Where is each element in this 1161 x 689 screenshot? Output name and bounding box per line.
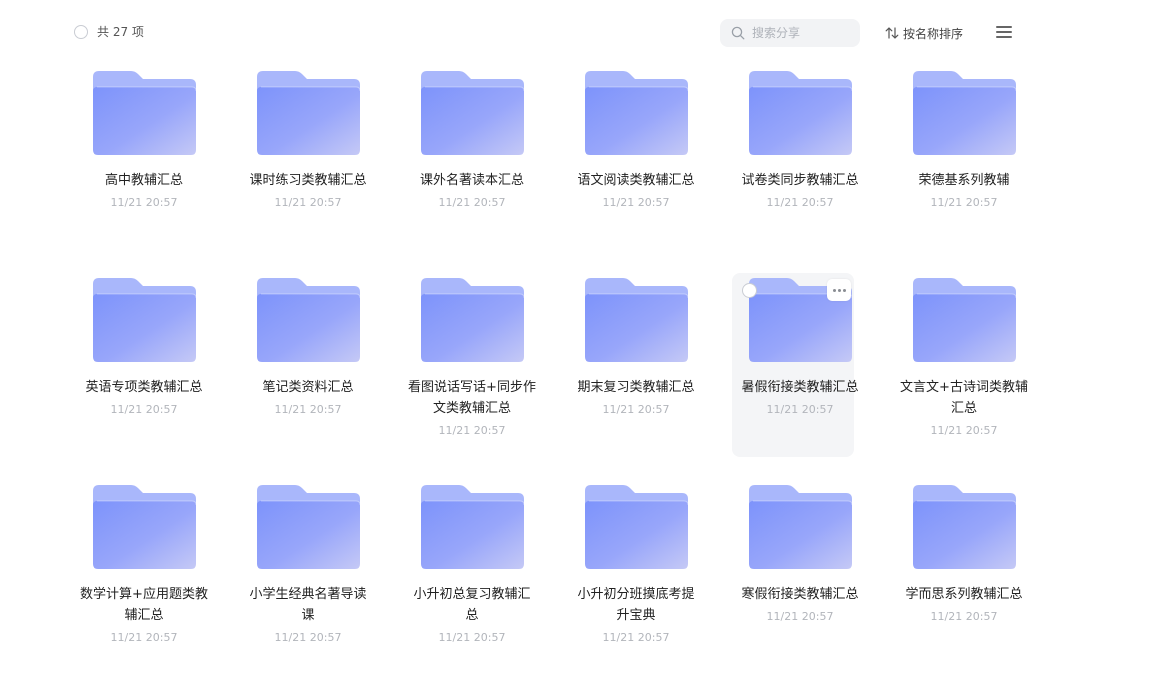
- sort-label: 按名称排序: [903, 26, 964, 41]
- folder-icon: [257, 485, 360, 569]
- folder-icon: [257, 278, 360, 362]
- folder-icon: [421, 278, 524, 362]
- more-dots-icon[interactable]: [827, 279, 851, 301]
- folder-card[interactable]: 课外名著读本汇总 11/21 20:57: [390, 68, 554, 275]
- folder-icon: [93, 278, 196, 362]
- folder-name: 英语专项类教辅汇总: [85, 380, 203, 395]
- folder-name: 笔记类资料汇总: [262, 380, 354, 395]
- folder-name: 文言文+古诗词类教辅汇总: [900, 380, 1028, 416]
- folder-card[interactable]: 笔记类资料汇总 11/21 20:57: [226, 275, 390, 482]
- folder-card[interactable]: 文言文+古诗词类教辅汇总 11/21 20:57: [882, 275, 1046, 482]
- folder-icon: [585, 71, 688, 155]
- folder-icon: [749, 485, 852, 569]
- search-icon: [731, 26, 745, 40]
- folder-card[interactable]: 小升初分班摸底考提升宝典 11/21 20:57: [554, 482, 718, 689]
- folder-time: 11/21 20:57: [602, 403, 670, 416]
- search-input[interactable]: [752, 23, 852, 43]
- folder-time: 11/21 20:57: [602, 631, 670, 644]
- item-count: 共 27 项: [97, 25, 144, 39]
- folder-time: 11/21 20:57: [930, 610, 998, 623]
- folder-name: 看图说话写话+同步作文类教辅汇总: [408, 380, 536, 416]
- list-view-icon[interactable]: [996, 26, 1012, 40]
- folder-time: 11/21 20:57: [438, 424, 506, 437]
- folder-time: 11/21 20:57: [274, 403, 342, 416]
- folder-card[interactable]: 英语专项类教辅汇总 11/21 20:57: [62, 275, 226, 482]
- folder-time: 11/21 20:57: [602, 196, 670, 209]
- folder-time: 11/21 20:57: [110, 631, 178, 644]
- folder-name: 试卷类同步教辅汇总: [741, 173, 859, 188]
- folder-card[interactable]: 小升初总复习教辅汇总 11/21 20:57: [390, 482, 554, 689]
- folder-card[interactable]: 高中教辅汇总 11/21 20:57: [62, 68, 226, 275]
- folder-name: 数学计算+应用题类教辅汇总: [80, 587, 208, 623]
- folder-icon: [93, 71, 196, 155]
- sort-arrows-icon: [885, 27, 899, 39]
- folder-icon: [93, 485, 196, 569]
- folder-icon: [749, 71, 852, 155]
- folder-card[interactable]: 学而思系列教辅汇总 11/21 20:57: [882, 482, 1046, 689]
- folder-icon: [421, 485, 524, 569]
- folder-time: 11/21 20:57: [930, 424, 998, 437]
- folder-name: 期末复习类教辅汇总: [577, 380, 695, 395]
- folder-icon: [913, 278, 1016, 362]
- folder-name: 暑假衔接类教辅汇总: [741, 380, 859, 395]
- folder-card[interactable]: 看图说话写话+同步作文类教辅汇总 11/21 20:57: [390, 275, 554, 482]
- folder-time: 11/21 20:57: [274, 631, 342, 644]
- folder-card[interactable]: 暑假衔接类教辅汇总 11/21 20:57: [718, 273, 882, 482]
- folder-name: 寒假衔接类教辅汇总: [741, 587, 859, 602]
- folder-icon: [913, 485, 1016, 569]
- folder-name: 学而思系列教辅汇总: [905, 587, 1023, 602]
- folder-card[interactable]: 试卷类同步教辅汇总 11/21 20:57: [718, 68, 882, 275]
- folder-icon: [421, 71, 524, 155]
- toolbar: 共 27 项 按名称排序: [0, 0, 1161, 64]
- folder-time: 11/21 20:57: [274, 196, 342, 209]
- folder-card[interactable]: 期末复习类教辅汇总 11/21 20:57: [554, 275, 718, 482]
- folder-name: 小学生经典名著导读课: [249, 587, 367, 623]
- folder-time: 11/21 20:57: [930, 196, 998, 209]
- folder-name: 课时练习类教辅汇总: [249, 173, 367, 188]
- folder-name: 高中教辅汇总: [104, 173, 183, 188]
- folder-card[interactable]: 荣德基系列教辅 11/21 20:57: [882, 68, 1046, 275]
- folder-card[interactable]: 课时练习类教辅汇总 11/21 20:57: [226, 68, 390, 275]
- folder-time: 11/21 20:57: [766, 610, 834, 623]
- folder-time: 11/21 20:57: [110, 403, 178, 416]
- folder-time: 11/21 20:57: [766, 196, 834, 209]
- folder-name: 荣德基系列教辅: [918, 173, 1010, 188]
- search-box[interactable]: [720, 19, 860, 47]
- folder-icon: [913, 71, 1016, 155]
- folder-card[interactable]: 数学计算+应用题类教辅汇总 11/21 20:57: [62, 482, 226, 689]
- folder-name: 语文阅读类教辅汇总: [577, 173, 695, 188]
- folder-icon: [585, 278, 688, 362]
- card-checkbox[interactable]: [742, 283, 757, 298]
- select-all-checkbox[interactable]: [74, 25, 88, 39]
- folder-card[interactable]: 寒假衔接类教辅汇总 11/21 20:57: [718, 482, 882, 689]
- folder-time: 11/21 20:57: [438, 631, 506, 644]
- folder-name: 小升初总复习教辅汇总: [413, 587, 531, 623]
- folder-icon: [585, 485, 688, 569]
- folder-grid: 高中教辅汇总 11/21 20:57 课时练习类教辅汇总 11/21 20:57…: [62, 68, 1046, 689]
- folder-time: 11/21 20:57: [438, 196, 506, 209]
- folder-card[interactable]: 语文阅读类教辅汇总 11/21 20:57: [554, 68, 718, 275]
- folder-time: 11/21 20:57: [766, 403, 834, 416]
- folder-icon: [257, 71, 360, 155]
- folder-time: 11/21 20:57: [110, 196, 178, 209]
- folder-name: 小升初分班摸底考提升宝典: [577, 587, 695, 623]
- folder-card[interactable]: 小学生经典名著导读课 11/21 20:57: [226, 482, 390, 689]
- folder-name: 课外名著读本汇总: [419, 173, 524, 188]
- sort-button[interactable]: 按名称排序: [885, 24, 963, 42]
